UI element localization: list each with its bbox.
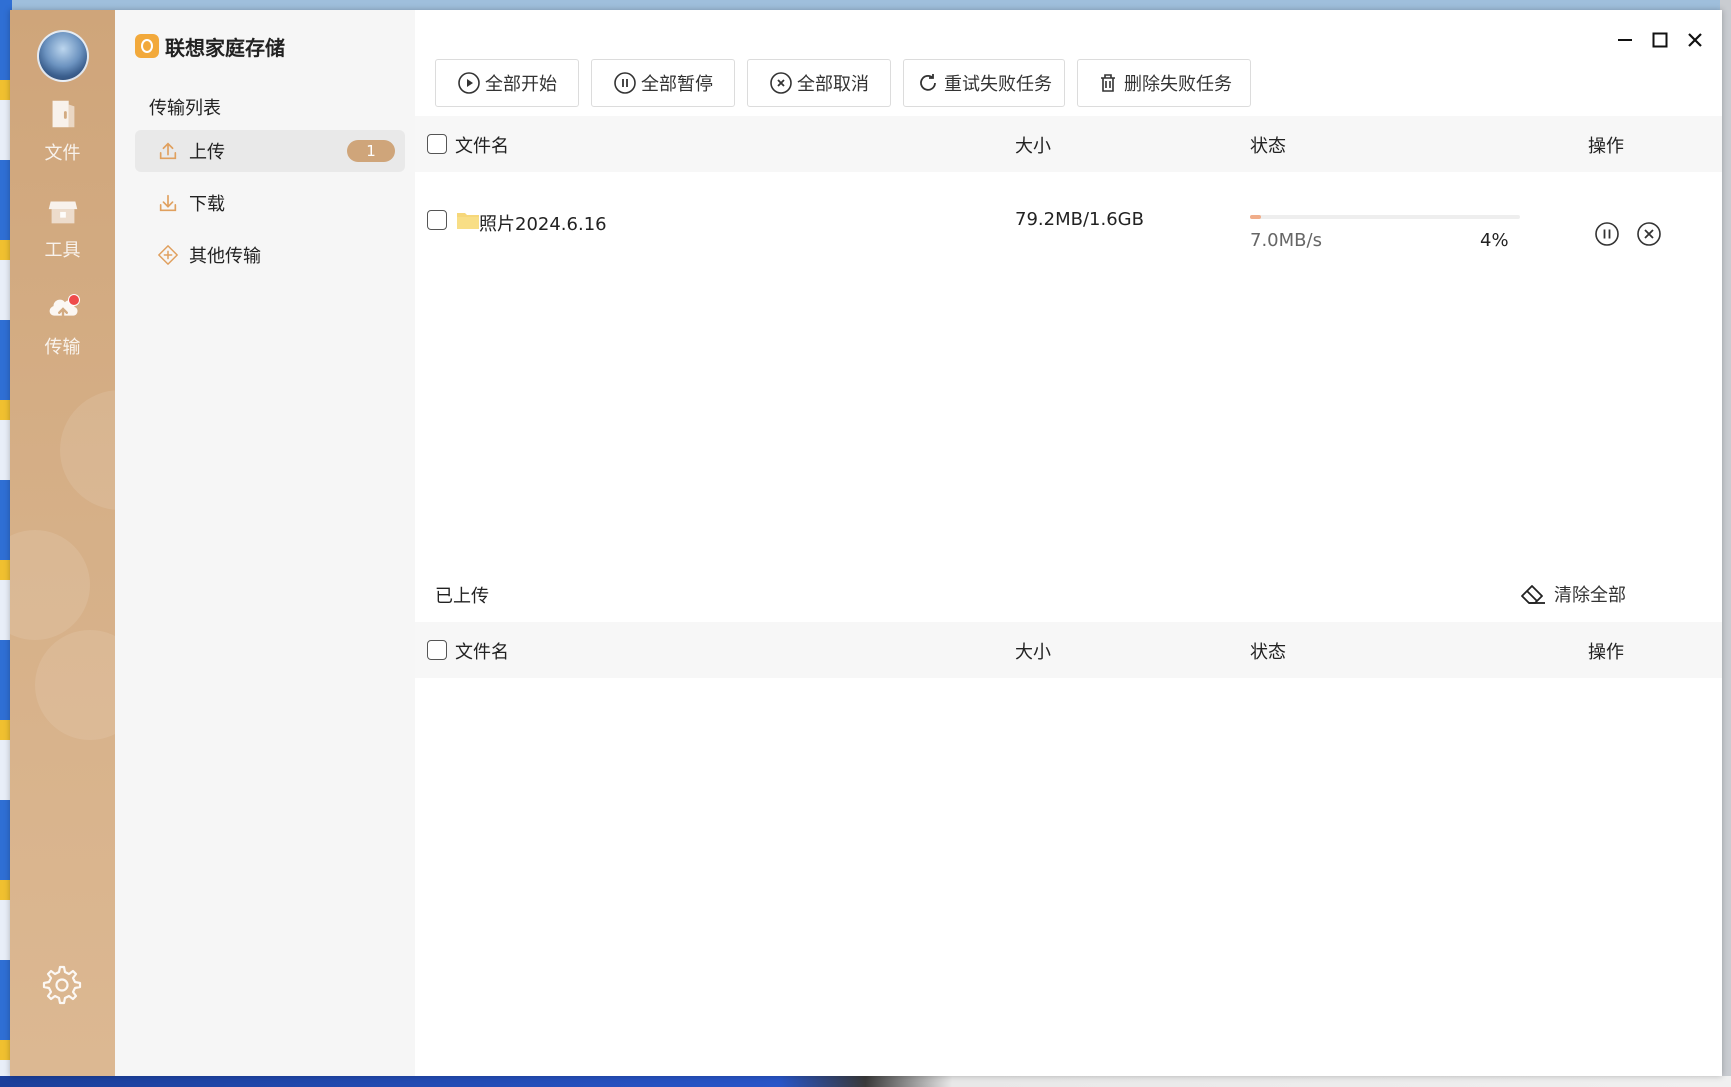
pause-circle-icon[interactable] (1593, 220, 1621, 248)
notification-dot (68, 294, 80, 306)
button-label: 全部开始 (485, 74, 557, 95)
column-header-actions: 操作 (1588, 136, 1624, 157)
sidebar-item-label: 上传 (189, 142, 225, 163)
pause-circle-icon (614, 72, 636, 94)
progress-percent: 4% (1480, 230, 1509, 251)
file-name[interactable]: 照片2024.6.16 (479, 210, 607, 236)
download-icon (159, 194, 177, 212)
retry-failed-button[interactable]: 重试失败任务 (903, 59, 1065, 107)
rail-item-transfer[interactable]: 传输 (10, 284, 115, 364)
minimize-icon (1618, 39, 1632, 41)
count-badge: 1 (347, 140, 395, 162)
cancel-circle-icon[interactable] (1635, 220, 1663, 248)
column-header-filename: 文件名 (455, 136, 509, 157)
cancel-circle-icon (770, 72, 792, 94)
refresh-icon (920, 74, 936, 91)
section-title-uploaded: 已上传 (435, 586, 489, 607)
uploaded-table-header: 文件名 大小 状态 操作 (415, 622, 1722, 678)
upload-progress-bar (1250, 215, 1520, 219)
app-window: 文件 工具 传输 联想家庭存储 传输列表 上传 1 下载 其他传输 全部开始 全… (10, 10, 1722, 1076)
uploading-table-header: 文件名 大小 状态 操作 (415, 116, 1722, 172)
diamond-plus-icon (158, 245, 178, 265)
pause-all-button[interactable]: 全部暂停 (591, 59, 735, 107)
taskbar-strip (0, 1076, 1731, 1087)
file-icon (52, 100, 74, 128)
rail-item-label: 工具 (44, 240, 81, 261)
row-checkbox[interactable] (427, 210, 447, 230)
toolbox-icon (48, 201, 77, 224)
upload-progress-fill (1250, 215, 1261, 219)
column-header-actions: 操作 (1588, 642, 1624, 663)
rail-item-tools[interactable]: 工具 (10, 187, 115, 267)
button-label: 重试失败任务 (944, 74, 1052, 95)
button-label: 清除全部 (1554, 585, 1626, 606)
minimize-button[interactable] (1611, 26, 1639, 54)
sidebar-item-download[interactable]: 下载 (135, 182, 405, 224)
button-label: 全部暂停 (641, 74, 713, 95)
maximize-button[interactable] (1646, 26, 1674, 54)
select-all-checkbox[interactable] (427, 134, 447, 154)
trash-icon (1101, 74, 1115, 92)
app-logo-icon (135, 34, 159, 58)
app-brand: 联想家庭存储 (135, 32, 285, 60)
file-size: 79.2MB/1.6GB (1015, 209, 1144, 230)
rail-item-label: 传输 (44, 337, 81, 358)
sidebar-item-label: 下载 (189, 194, 225, 215)
column-header-status: 状态 (1250, 136, 1286, 157)
clear-all-button[interactable]: 清除全部 (1520, 580, 1626, 608)
rail-decoration (10, 530, 90, 640)
cancel-all-button[interactable]: 全部取消 (747, 59, 891, 107)
close-button[interactable] (1681, 26, 1709, 54)
close-icon (1688, 33, 1702, 47)
button-label: 全部取消 (797, 74, 869, 95)
avatar[interactable] (37, 30, 89, 82)
sidebar-item-label: 其他传输 (189, 246, 261, 267)
column-header-size: 大小 (1015, 642, 1051, 663)
main-content: 全部开始 全部暂停 全部取消 重试失败任务 删除失败任务 文件名 大小 状态 操… (415, 10, 1722, 1076)
transfer-speed: 7.0MB/s (1250, 230, 1322, 251)
table-row: 照片2024.6.16 79.2MB/1.6GB 7.0MB/s 4% (415, 198, 1722, 268)
section-title: 传输列表 (149, 98, 221, 119)
side-navigation: 联想家庭存储 传输列表 上传 1 下载 其他传输 (115, 10, 415, 1076)
delete-failed-button[interactable]: 删除失败任务 (1077, 59, 1251, 107)
column-header-size: 大小 (1015, 136, 1051, 157)
start-all-button[interactable]: 全部开始 (435, 59, 579, 107)
rail-item-label: 文件 (44, 143, 81, 164)
upload-icon (159, 142, 177, 160)
eraser-icon (1521, 585, 1545, 604)
sidebar-item-upload[interactable]: 上传 1 (135, 130, 405, 172)
play-circle-icon (458, 72, 480, 94)
icon-rail: 文件 工具 传输 (10, 10, 115, 1076)
maximize-icon (1652, 32, 1668, 48)
button-label: 删除失败任务 (1124, 74, 1232, 95)
rail-item-files[interactable]: 文件 (10, 90, 115, 170)
folder-icon (457, 213, 479, 229)
column-header-status: 状态 (1250, 642, 1286, 663)
column-header-filename: 文件名 (455, 642, 509, 663)
app-title: 联想家庭存储 (165, 35, 285, 60)
gear-icon[interactable] (42, 965, 82, 1005)
select-all-checkbox[interactable] (427, 640, 447, 660)
rail-decoration (60, 390, 115, 510)
sidebar-item-other-transfers[interactable]: 其他传输 (135, 234, 405, 276)
rail-decoration (35, 630, 115, 740)
